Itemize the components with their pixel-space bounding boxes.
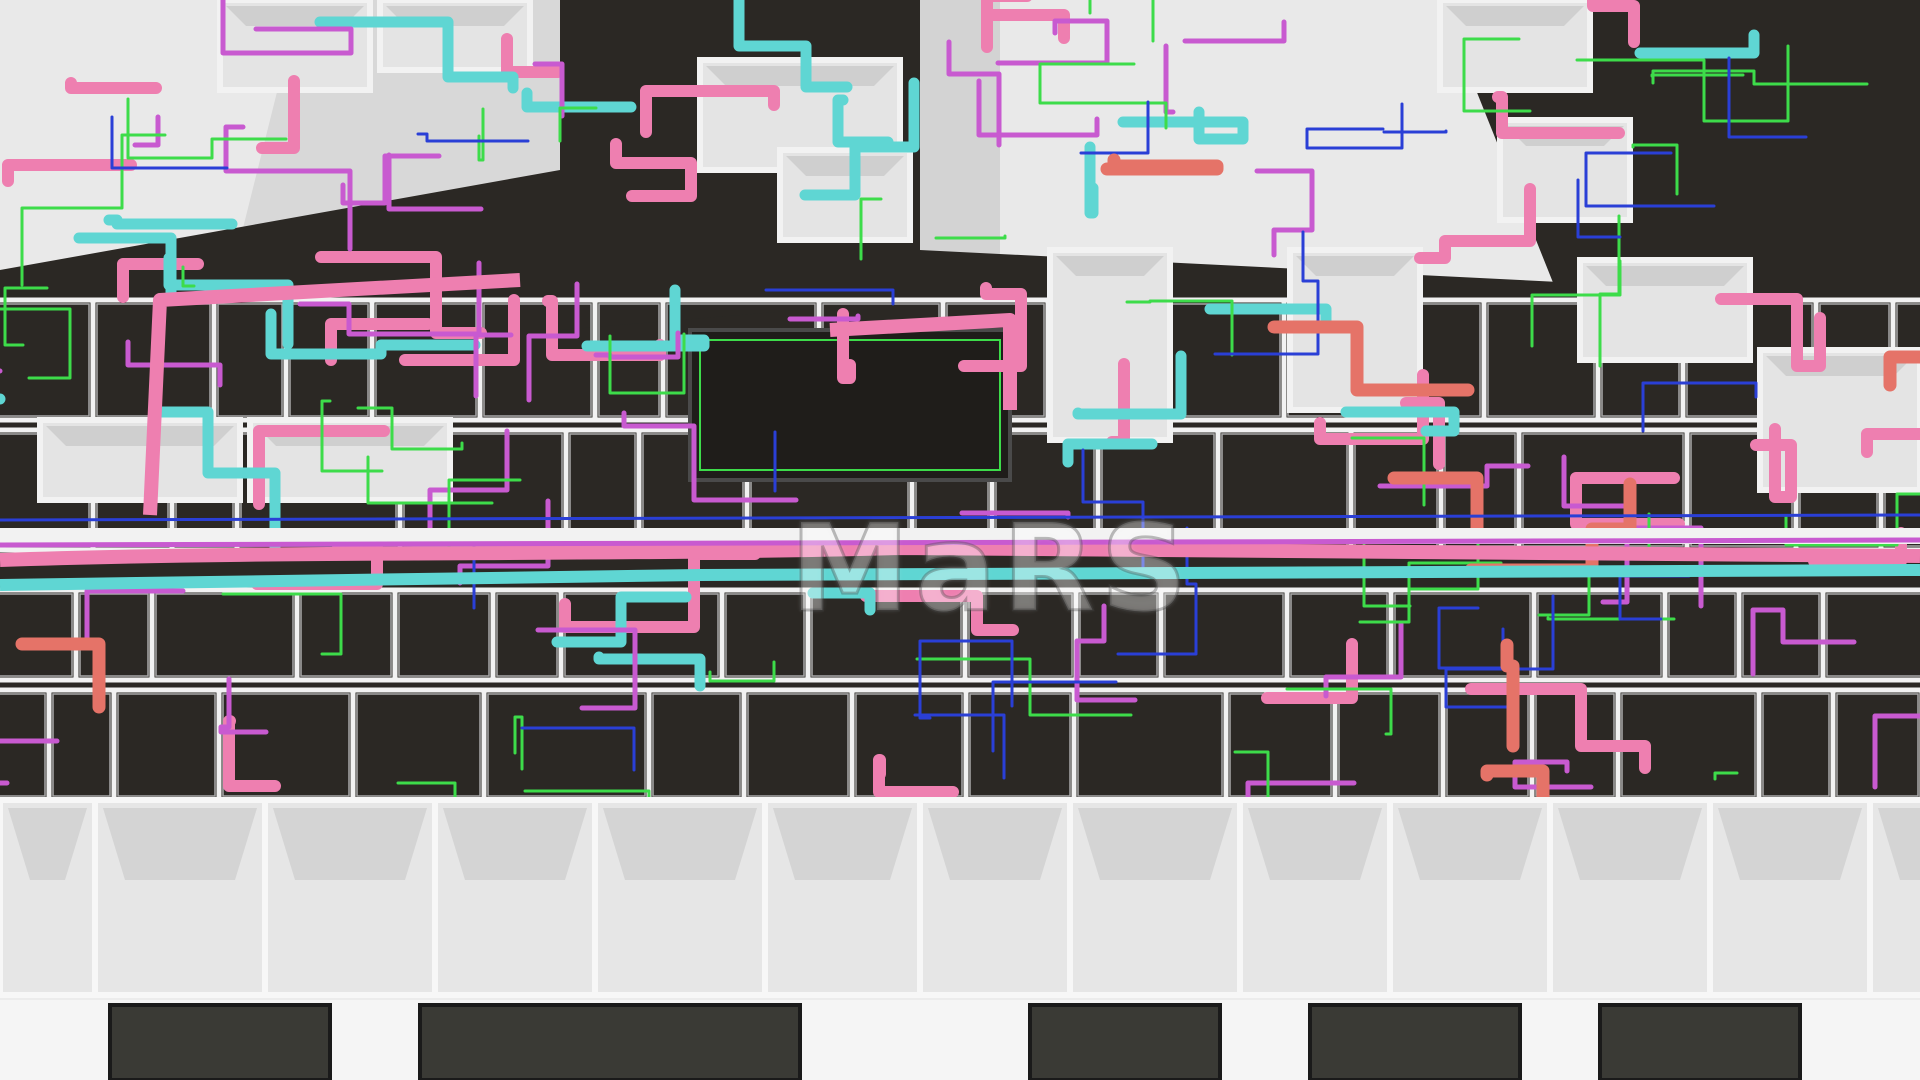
lower-rooms	[0, 797, 1920, 1080]
dark-chamber	[688, 328, 1012, 482]
lower-opening	[1028, 1003, 1222, 1080]
lower-opening	[1598, 1003, 1802, 1080]
pipe-run	[65, 77, 162, 94]
lower-room-recess	[103, 808, 257, 880]
lower-room-recess	[1078, 808, 1232, 880]
white-room-recess	[1296, 256, 1414, 276]
pipe-run	[1500, 638, 1520, 753]
lower-room-recess	[1398, 808, 1542, 880]
white-room-recess	[1446, 6, 1584, 26]
white-room-recess	[786, 156, 904, 176]
lower-opening	[108, 1003, 332, 1080]
mep-render	[0, 0, 1920, 1080]
lower-room-recess	[1718, 808, 1862, 880]
lower-room-recess	[773, 808, 912, 880]
bim-scene: MaRS	[0, 0, 1920, 1080]
white-room-recess	[706, 66, 894, 86]
pipe-run	[1084, 141, 1099, 219]
lower-opening	[418, 1003, 802, 1080]
lower-room-recess	[603, 808, 757, 880]
pipe-run	[1100, 153, 1224, 176]
pipe-run	[103, 214, 238, 230]
lower-room-recess	[1248, 808, 1382, 880]
lower-room-recess	[1558, 808, 1702, 880]
lower-opening	[1308, 1003, 1522, 1080]
pipe-run	[1382, 129, 1448, 134]
white-room-recess	[1586, 266, 1744, 286]
lower-room-recess	[443, 808, 587, 880]
lower-room-recess	[273, 808, 427, 880]
lower-room-recess	[928, 808, 1062, 880]
